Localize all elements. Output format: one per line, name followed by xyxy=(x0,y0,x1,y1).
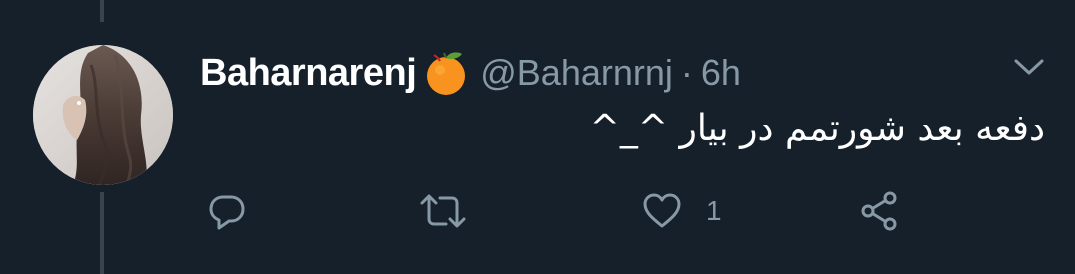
tweet[interactable]: Baharnarenj @Baharnrnj · 6h دفعه بعد شور… xyxy=(0,0,1075,274)
retweet-button[interactable] xyxy=(418,188,468,234)
chevron-down-icon[interactable] xyxy=(1010,52,1048,82)
reply-button[interactable] xyxy=(205,188,249,234)
share-icon xyxy=(861,191,897,231)
avatar-image xyxy=(33,45,173,185)
display-name[interactable]: Baharnarenj xyxy=(200,52,417,95)
action-bar: 1 xyxy=(0,188,1075,238)
retweet-icon xyxy=(420,194,466,228)
user-handle[interactable]: @Baharnrnj xyxy=(480,52,673,94)
share-button[interactable] xyxy=(858,188,902,234)
avatar[interactable] xyxy=(33,45,173,185)
like-count: 1 xyxy=(706,195,722,226)
tweet-header: Baharnarenj @Baharnrnj · 6h xyxy=(200,48,741,98)
thread-line-top xyxy=(100,0,104,22)
separator-dot: · xyxy=(680,52,693,93)
tweet-text: دفعه بعد شورتمم در بیار ^_^ xyxy=(589,108,1045,149)
orange-emoji-icon xyxy=(422,49,470,97)
heart-icon xyxy=(643,193,681,228)
timestamp[interactable]: 6h xyxy=(701,52,741,94)
like-button[interactable]: 1 xyxy=(640,188,722,234)
reply-icon xyxy=(209,195,245,230)
